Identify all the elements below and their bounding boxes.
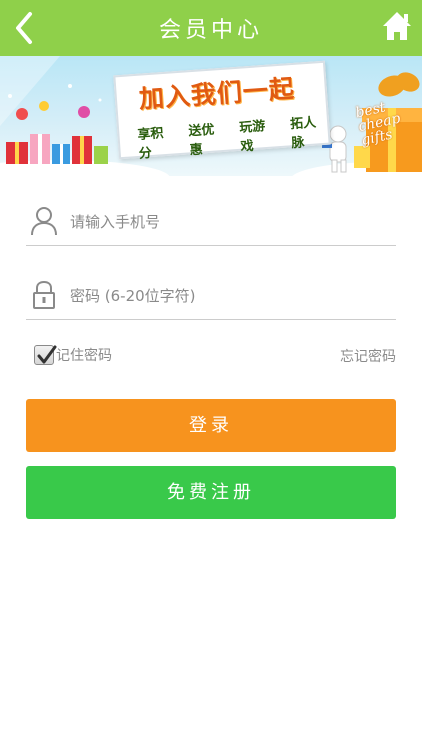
benefit-item: 送优惠: [187, 122, 215, 159]
benefit-item: 玩游戏: [238, 119, 266, 155]
phone-field: [26, 198, 396, 246]
remember-label: 记住密码: [56, 348, 112, 364]
checkmark-icon: [37, 345, 57, 364]
password-input[interactable]: [70, 284, 390, 308]
benefit-item: 拓人脉: [289, 115, 317, 152]
register-button[interactable]: 免费注册: [26, 466, 396, 519]
remember-password[interactable]: 记住密码: [34, 342, 112, 368]
lock-icon: [33, 280, 55, 309]
app-header: 会员中心: [0, 0, 422, 56]
user-icon: [31, 207, 57, 236]
page-title: 会员中心: [158, 18, 263, 43]
banner-panel: 加入我们一起 享积分 送优惠 玩游戏 拓人脉: [113, 60, 331, 162]
home-button[interactable]: [382, 8, 412, 44]
login-button[interactable]: 登录: [26, 399, 396, 452]
banner-headline: 加入我们一起: [138, 73, 296, 114]
phone-input[interactable]: [70, 210, 390, 234]
promo-banner: 加入我们一起 享积分 送优惠 玩游戏 拓人脉 best cheap gifts: [0, 56, 422, 176]
password-field: [26, 272, 396, 320]
home-icon: [383, 12, 411, 40]
benefit-item: 享积分: [137, 126, 165, 162]
remember-checkbox[interactable]: [34, 345, 57, 365]
forgot-password-link[interactable]: 忘记密码: [340, 346, 396, 366]
